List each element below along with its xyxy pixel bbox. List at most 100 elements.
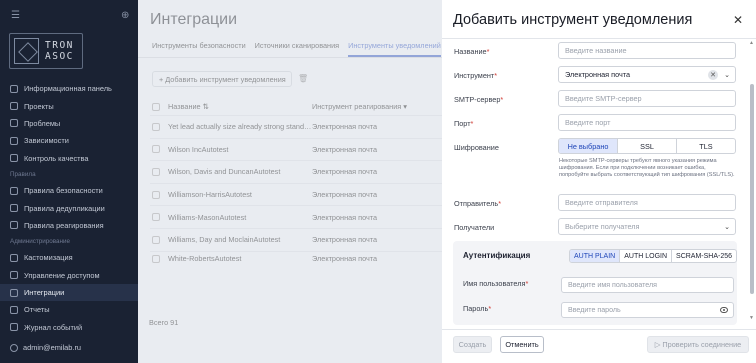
auth-plain-option[interactable]: AUTH PLAIN [570,250,620,262]
avatar-icon [10,343,18,352]
table-row[interactable]: Yet lead actually size already strong st… [150,116,442,139]
sender-input[interactable]: Введите отправителя [558,194,736,211]
sidebar-item-label: Зависимости [24,136,69,146]
close-icon[interactable]: ✕ [733,13,743,27]
row-checkbox[interactable] [152,190,160,199]
table-row[interactable]: Williams-MasonAutotest Электронная почта [150,206,442,229]
sidebar-item-dependencies[interactable]: Зависимости [0,132,138,149]
row-checkbox[interactable] [152,235,160,244]
encryption-tls-option[interactable]: TLS [676,139,735,153]
folder-icon [10,102,18,111]
sidebar-item-security-rules[interactable]: Правила безопасности [0,182,138,199]
logo-mark-icon [14,38,39,64]
dashboard-icon [10,84,18,93]
sidebar-item-label: Журнал событий [24,322,83,332]
integrations-table: Название ⇅ Инструмент реагирования ▾ Yet … [150,98,442,266]
table-row[interactable]: Williams, Day and MoclainAutotest Электро… [150,229,442,252]
row-tool: Электронная почта [312,235,378,245]
table-row[interactable]: Wilson IncAutotest Электронная почта [150,139,442,162]
sidebar-item-customization[interactable]: Кастомизация [0,249,138,266]
report-icon [10,305,18,314]
trash-icon[interactable]: 🗑 [298,74,308,83]
shield-icon [10,186,18,195]
name-label: Название* [454,47,490,56]
clear-icon[interactable]: ✕ [708,70,718,80]
quality-icon [10,154,18,163]
total-count: Всего 91 [149,318,179,327]
sidebar-item-reports[interactable]: Отчеты [0,301,138,318]
tabs-divider [138,57,442,58]
auth-login-option[interactable]: AUTH LOGIN [619,250,671,262]
user-menu[interactable]: admin@emilab.ru [10,343,81,352]
globe-icon[interactable]: ⊕ [121,10,129,21]
sidebar-item-label: Правила дедупликации [24,203,105,213]
sender-label-text: Отправитель [454,199,499,208]
row-tool: Электронная почта [312,190,378,200]
table-row[interactable]: White-RobertsAutotest Электронная почта [150,252,442,266]
cancel-button[interactable]: Отменить [500,336,544,353]
check-connection-button[interactable]: ▷ Проверить соединение [647,336,749,353]
create-button[interactable]: Создать [453,336,492,353]
encryption-hint: Некоторые SMTP-серверы требуют явного ук… [559,158,735,178]
username-input[interactable]: Введите имя пользователя [561,277,734,293]
sidebar-item-dedup-rules[interactable]: Правила дедупликации [0,199,138,216]
tool-select[interactable]: Электронная почта ✕ ⌄ [558,66,736,83]
footer-divider [442,329,756,330]
row-tool: Электронная почта [312,254,378,264]
sidebar-top: ☰ ⊕ [0,0,138,33]
scroll-down-icon[interactable]: ▼ [749,315,754,321]
smtp-input[interactable]: Введите SMTP-сервер [558,90,736,107]
row-name: Williams, Day and MoclainAutotest [168,235,281,245]
scrollbar[interactable] [750,84,754,294]
sidebar-item-problems[interactable]: Проблемы [0,115,138,132]
sidebar-item-label: Контроль качества [24,153,89,163]
auth-method-segmented: AUTH PLAIN AUTH LOGIN SCRAM-SHA-256 [569,249,738,263]
row-checkbox[interactable] [152,167,160,176]
user-email: admin@emilab.ru [23,343,82,352]
sidebar-item-quality[interactable]: Контроль качества [0,150,138,167]
scroll-up-icon[interactable]: ▲ [749,40,754,46]
tab-security-tools[interactable]: Инструменты безопасности [152,41,246,57]
sidebar-item-label: Правила безопасности [24,186,103,196]
encryption-none-option[interactable]: Не выбрано [559,139,617,153]
eye-icon[interactable] [720,307,728,313]
sidebar-item-projects[interactable]: Проекты [0,97,138,114]
row-tool: Электронная почта [312,122,378,132]
encryption-ssl-option[interactable]: SSL [617,139,676,153]
menu-icon[interactable]: ☰ [11,10,20,21]
column-tool-header[interactable]: Инструмент реагирования ▾ [312,102,442,111]
username-label-text: Имя пользователя [463,279,526,288]
port-input[interactable]: Введите порт [558,114,736,131]
sidebar-item-access[interactable]: Управление доступом [0,267,138,284]
tab-notification-tools[interactable]: Инструменты уведомлений [348,41,441,57]
table-row[interactable]: Williamson-HarrisAutotest Электронная поч… [150,184,442,207]
column-name-header[interactable]: Название ⇅ [168,102,312,111]
password-input[interactable]: Введите пароль [561,302,734,318]
password-label-text: Пароль [463,304,489,313]
add-notification-tool-button[interactable]: + Добавить инструмент уведомления [152,71,292,87]
row-checkbox[interactable] [152,254,160,263]
row-checkbox[interactable] [152,145,160,154]
sidebar-item-integrations[interactable]: Интеграции [0,283,138,302]
bug-icon [10,119,18,128]
row-name: Wilson, Davis and DuncanAutotest [168,167,281,177]
sidebar-item-event-log[interactable]: Журнал событий [0,319,138,336]
tool-label: Инструмент* [454,71,498,80]
row-name: Williams-MasonAutotest [168,212,247,222]
recipients-select[interactable]: Выберите получателя ⌄ [558,218,736,235]
log-icon [10,323,18,332]
sidebar-item-response-rules[interactable]: Правила реагирования [0,217,138,234]
sidebar-item-dashboard[interactable]: Информационная панель [0,80,138,97]
sidebar-item-label: Управление доступом [24,270,100,280]
row-name: White-RobertsAutotest [168,254,242,264]
row-checkbox[interactable] [152,122,160,131]
tab-scan-sources[interactable]: Источники сканирования [255,41,339,57]
package-icon [10,136,18,145]
row-name: Wilson IncAutotest [168,144,229,154]
auth-scram-option[interactable]: SCRAM-SHA-256 [671,250,736,262]
name-label-text: Название [454,47,487,56]
row-checkbox[interactable] [152,213,160,222]
name-input[interactable]: Введите название [558,42,736,59]
table-row[interactable]: Wilson, Davis and DuncanAutotest Электрон… [150,161,442,184]
select-all-checkbox[interactable] [152,102,160,111]
